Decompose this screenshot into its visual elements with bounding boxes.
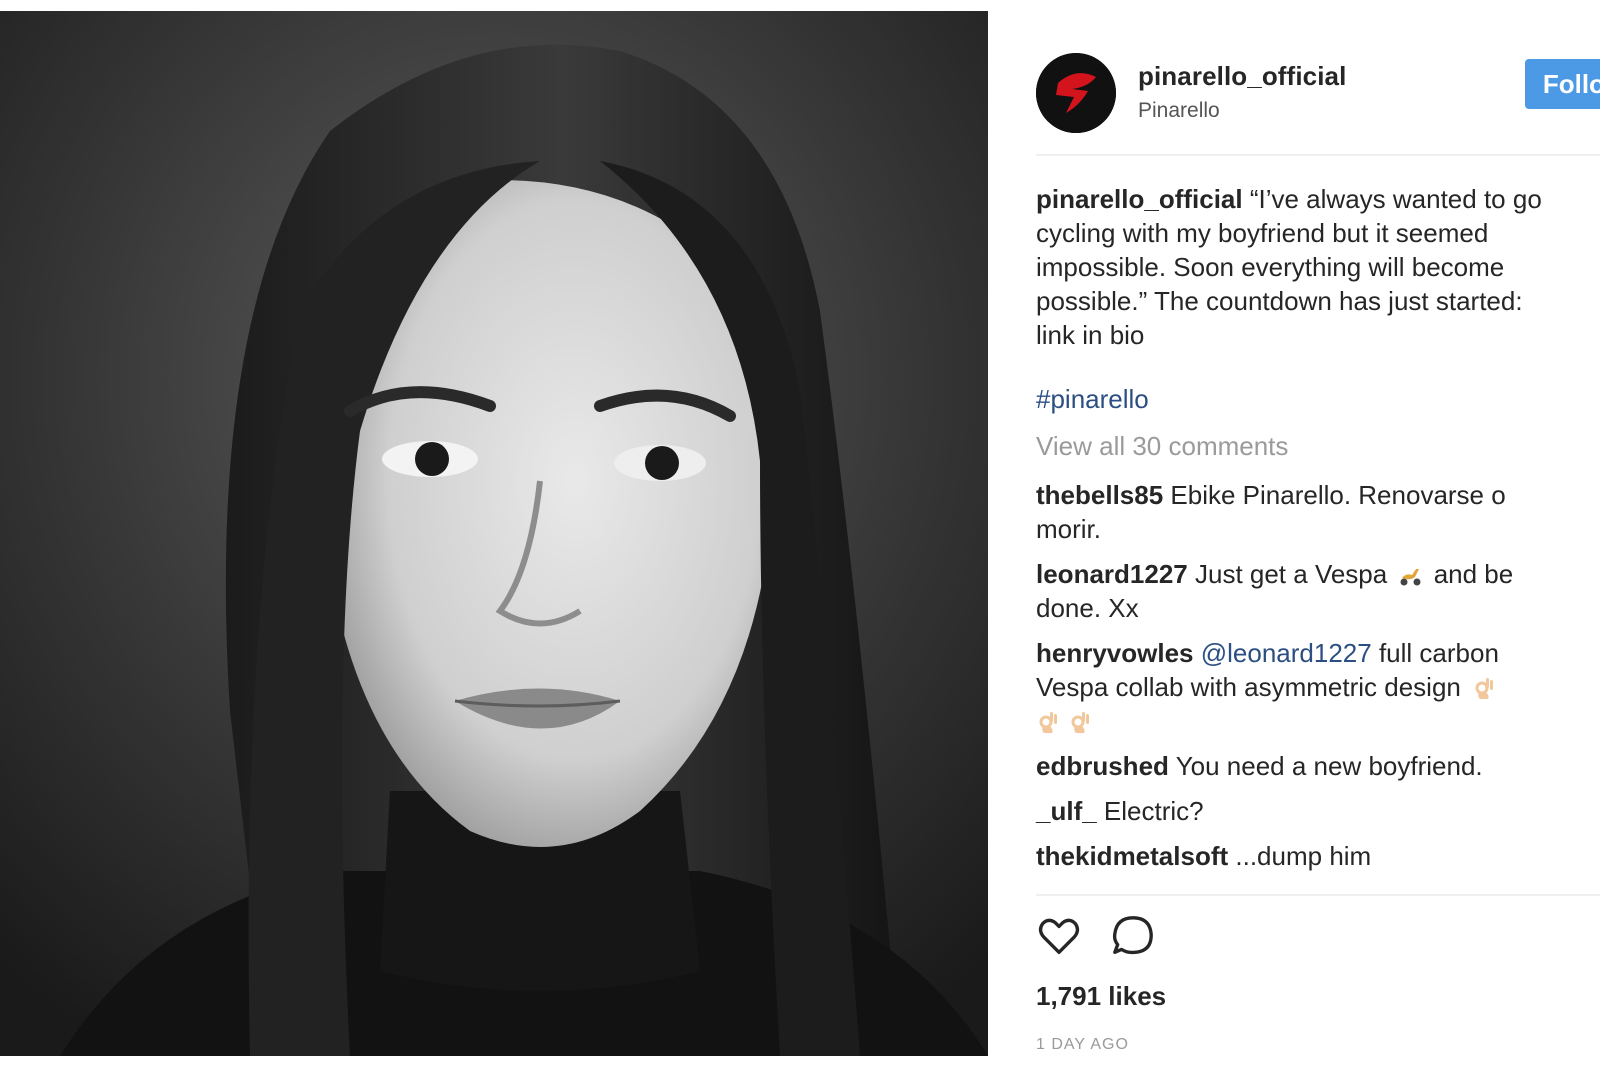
caption-username[interactable]: pinarello_official (1036, 184, 1243, 214)
post-photo (0, 11, 988, 1056)
header-divider (1036, 154, 1600, 156)
comment-item: _ulf_ Electric? (1036, 794, 1566, 828)
comment-username[interactable]: henryvowles (1036, 638, 1194, 668)
comment-item: leonard1227 Just get a Vespa and be done… (1036, 557, 1566, 625)
comment-item: thebells85 Ebike Pinarello. Renovarse o … (1036, 478, 1566, 546)
ok-hand-emoji-icon (1039, 712, 1057, 733)
post-timestamp: 1 DAY AGO (1036, 1036, 1129, 1053)
post-fullname: Pinarello (1138, 99, 1220, 122)
comment-text: ...dump him (1235, 841, 1372, 871)
comment-username[interactable]: _ulf_ (1036, 796, 1097, 826)
profile-avatar[interactable] (1036, 53, 1116, 133)
scooter-emoji-icon (1400, 569, 1421, 586)
comment-username[interactable]: thekidmetalsoft (1036, 841, 1228, 871)
comment-username[interactable]: edbrushed (1036, 751, 1169, 781)
ok-hand-emoji-icon (1475, 678, 1494, 699)
actions-divider (1036, 894, 1600, 896)
pinarello-logo-icon (1036, 53, 1116, 133)
comment-text: Just get a Vespa (1194, 559, 1388, 589)
comment-text: Electric? (1103, 796, 1204, 826)
comment-item: edbrushed You need a new boyfriend. (1036, 749, 1566, 783)
view-all-comments-link[interactable]: View all 30 comments (1036, 431, 1288, 462)
hashtag-link[interactable]: #pinarello (1036, 384, 1149, 415)
comment-mention[interactable]: @leonard1227 (1201, 638, 1372, 668)
comment-item: henryvowles @leonard1227 full carbon Ves… (1036, 636, 1566, 738)
post-details-panel: pinarello_official Pinarello Follow pina… (988, 11, 1600, 1056)
portrait-image (0, 11, 988, 1056)
ok-hand-emoji-icon (1071, 712, 1089, 733)
post-caption: pinarello_official “I’ve always wanted t… (1036, 182, 1566, 352)
comment-username[interactable]: thebells85 (1036, 480, 1163, 510)
comment-text: You need a new boyfriend. (1175, 751, 1483, 781)
comment-item: thekidmetalsoft ...dump him (1036, 839, 1566, 873)
likes-count[interactable]: 1,791 likes (1036, 981, 1166, 1012)
comment-username[interactable]: leonard1227 (1036, 559, 1188, 589)
heart-icon[interactable] (1036, 913, 1082, 959)
comment-bubble-icon[interactable] (1110, 913, 1156, 959)
post-header: pinarello_official Pinarello Follow (1036, 41, 1600, 141)
post-username[interactable]: pinarello_official (1138, 61, 1346, 92)
follow-button[interactable]: Follow (1525, 59, 1600, 109)
